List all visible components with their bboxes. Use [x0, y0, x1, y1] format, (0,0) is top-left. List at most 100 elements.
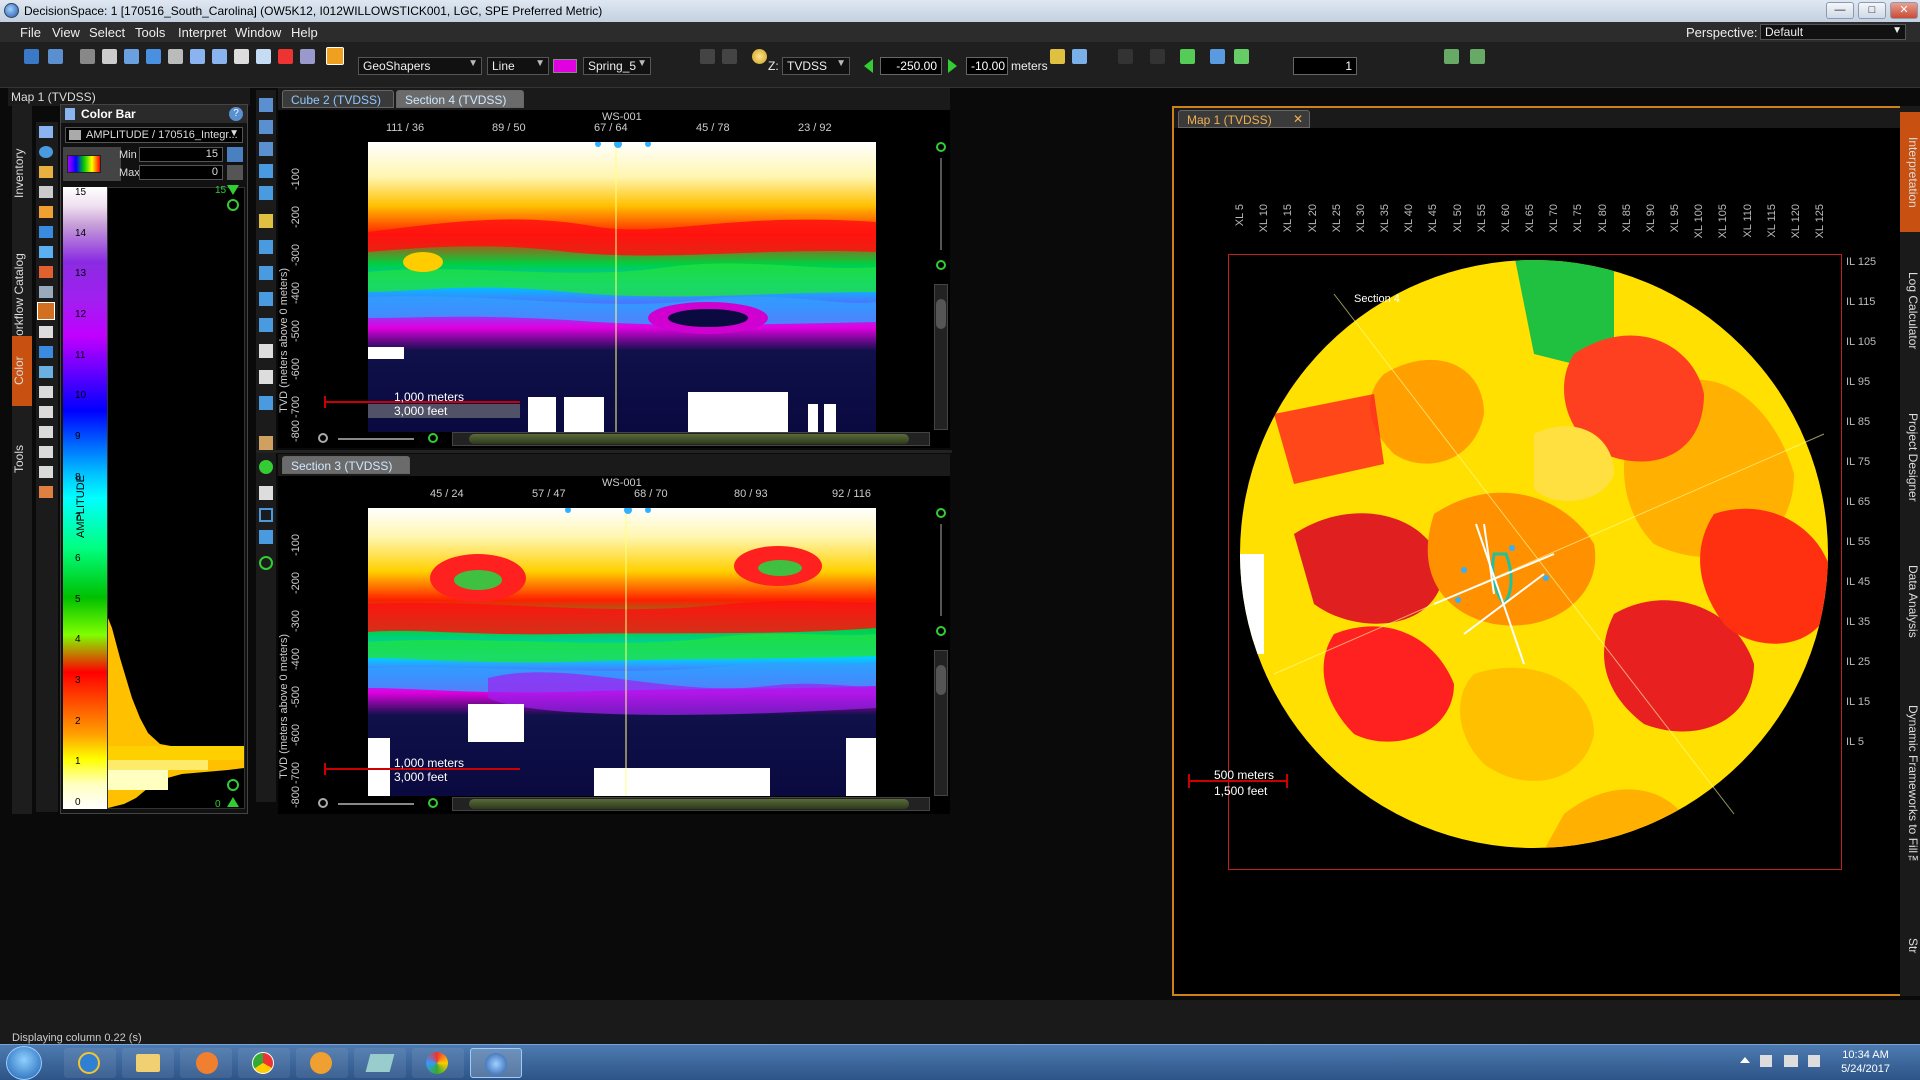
colormap-combo[interactable]: Spring_5 ▼ — [583, 57, 651, 75]
vscroll-thumb[interactable] — [936, 665, 946, 695]
explorer-icon[interactable] — [122, 1048, 174, 1078]
hzoom-in-icon[interactable] — [428, 433, 438, 443]
measure-icon[interactable] — [168, 49, 183, 64]
print-icon[interactable] — [234, 49, 249, 64]
zoom-bottom-icon[interactable] — [227, 779, 239, 791]
domain-combo[interactable]: TVDSS ▼ — [782, 57, 850, 75]
print-tool-icon[interactable] — [259, 370, 273, 384]
attribute-select[interactable]: AMPLITUDE / 170516_Integr... ▼ — [65, 127, 243, 143]
bar4-icon[interactable] — [39, 446, 53, 458]
pin-icon[interactable] — [1050, 49, 1065, 64]
tab-tools[interactable]: Tools — [12, 424, 32, 494]
count-input[interactable]: 1 — [1293, 57, 1357, 75]
tool3-icon[interactable] — [259, 530, 273, 544]
ruler-small-icon[interactable] — [39, 346, 53, 358]
undo-color-icon[interactable] — [39, 206, 53, 218]
hzoom-out-icon[interactable] — [318, 433, 328, 443]
menu-interpret[interactable]: Interpret — [178, 25, 226, 40]
zoom-out-tool-icon[interactable] — [259, 142, 273, 156]
step-forward-icon[interactable] — [948, 59, 957, 73]
min-input[interactable]: 15 — [139, 147, 223, 162]
tab-dynamic-frameworks[interactable]: Dynamic Frameworks to Fill™ — [1900, 686, 1920, 886]
menu-file[interactable]: File — [20, 25, 41, 40]
snap-icon[interactable] — [1072, 49, 1087, 64]
vertical-scrollbar[interactable] — [934, 284, 948, 430]
bar2-icon[interactable] — [39, 406, 53, 418]
horizontal-scrollbar[interactable] — [452, 797, 930, 811]
media-player-icon[interactable] — [180, 1048, 232, 1078]
select-box-tool-icon[interactable] — [259, 508, 273, 522]
menu-help[interactable]: Help — [291, 25, 318, 40]
start-value-input[interactable]: -250.00 — [880, 57, 942, 75]
horizontal-scrollbar[interactable] — [452, 432, 930, 446]
lightbulb-icon[interactable] — [752, 49, 767, 64]
maximize-button[interactable]: □ — [1858, 2, 1886, 19]
start-button[interactable] — [6, 1046, 42, 1080]
measure-tool-icon[interactable] — [259, 396, 273, 410]
zoom-in-icon[interactable] — [936, 142, 946, 152]
key-icon[interactable] — [1180, 49, 1195, 64]
zoom-slider-track[interactable] — [940, 524, 942, 616]
close-button[interactable]: ✕ — [1890, 2, 1918, 19]
dropper-icon[interactable] — [39, 286, 53, 298]
tray-volume-icon[interactable] — [1808, 1055, 1820, 1067]
tab-interpretation[interactable]: Interpretation — [1900, 112, 1920, 232]
ruler-icon[interactable] — [146, 49, 161, 64]
tab-cube-2[interactable]: Cube 2 (TVDSS) — [282, 90, 394, 108]
fault-tool-icon[interactable] — [259, 292, 273, 306]
new-icon[interactable] — [24, 49, 39, 64]
zoom-top-icon[interactable] — [227, 199, 239, 211]
bar5-icon[interactable] — [39, 466, 53, 478]
perspective-select[interactable]: Default ▼ — [1760, 24, 1906, 40]
step-back-icon[interactable] — [864, 59, 873, 73]
bookmark2-icon[interactable] — [1150, 49, 1165, 64]
bottom-marker-icon[interactable] — [227, 797, 239, 807]
tab-str[interactable]: Str — [1900, 926, 1920, 966]
tab-section-3[interactable]: Section 3 (TVDSS) — [282, 456, 410, 474]
object-type-combo[interactable]: GeoShapers ▼ — [358, 57, 482, 75]
clock[interactable]: 10:34 AM 5/24/2017 — [1841, 1048, 1890, 1076]
hzoom-slider[interactable] — [338, 438, 414, 440]
tab-map-1[interactable]: Map 1 (TVDSS) ✕ — [1178, 110, 1310, 128]
tray-flag-icon[interactable] — [1760, 1055, 1772, 1067]
settings-tool-icon[interactable] — [259, 436, 273, 450]
ruler2-icon[interactable] — [1234, 49, 1249, 64]
zoom-slider-track[interactable] — [940, 158, 942, 250]
max-input[interactable]: 0 — [139, 165, 223, 180]
zoom-tool2-icon[interactable] — [259, 556, 273, 570]
top-marker-icon[interactable] — [227, 185, 239, 195]
palette-icon[interactable] — [39, 166, 53, 178]
zoom-icon[interactable] — [212, 49, 227, 64]
zoom-out-icon[interactable] — [936, 260, 946, 270]
tab-log-calculator[interactable]: Log Calculator — [1900, 256, 1920, 366]
rotate-tool-icon[interactable] — [259, 164, 273, 178]
refresh-icon[interactable] — [39, 146, 53, 158]
bookmark-icon[interactable] — [1118, 49, 1133, 64]
bar3-icon[interactable] — [39, 426, 53, 438]
hscroll-thumb[interactable] — [469, 434, 909, 444]
camera-icon[interactable] — [300, 49, 315, 64]
minimize-button[interactable]: — — [1826, 2, 1854, 19]
undo-icon[interactable] — [700, 49, 715, 64]
copy-icon[interactable] — [102, 49, 117, 64]
table-icon[interactable] — [39, 326, 53, 338]
fill-icon[interactable] — [39, 366, 53, 378]
flip-icon[interactable] — [39, 246, 53, 258]
menu-select[interactable]: Select — [89, 25, 125, 40]
pencil-icon[interactable] — [326, 47, 344, 65]
tab-color[interactable]: Color — [12, 336, 32, 406]
chrome-icon[interactable] — [238, 1048, 290, 1078]
bar-icon[interactable] — [39, 386, 53, 398]
tab-data-analysis[interactable]: Data Analysis — [1900, 546, 1920, 656]
menu-tools[interactable]: Tools — [135, 25, 165, 40]
pointer-icon[interactable] — [39, 266, 53, 278]
zoom-out-icon[interactable] — [936, 626, 946, 636]
hzoom-out-icon[interactable] — [318, 798, 328, 808]
line-type-combo[interactable]: Line ▼ — [487, 57, 549, 75]
hzoom-slider[interactable] — [338, 803, 414, 805]
tray-network-icon[interactable] — [1784, 1055, 1798, 1067]
vertical-scrollbar[interactable] — [934, 650, 948, 796]
sync-tool-icon[interactable] — [259, 460, 273, 474]
crosshair-icon[interactable] — [1470, 49, 1485, 64]
annotate-tool-icon[interactable] — [259, 214, 273, 228]
